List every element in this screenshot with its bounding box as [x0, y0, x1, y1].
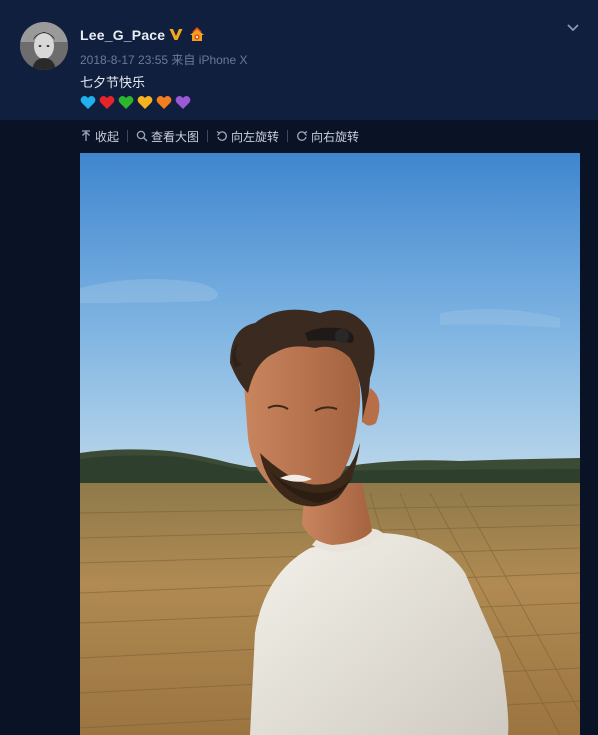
rotate-left-label: 向左旋转 [231, 129, 280, 144]
verified-v-icon [169, 29, 183, 40]
weibo-post-page: Lee_G_Pace 2018-8-17 23:55 来自 iPhone X 七… [0, 0, 598, 735]
red-heart-icon [99, 95, 115, 109]
yellow-heart-icon [137, 95, 153, 109]
rotate-right-button[interactable]: 向右旋转 [296, 128, 367, 145]
rotate-left-icon [216, 130, 227, 141]
view-large-button[interactable]: 查看大图 [136, 128, 207, 145]
post-header: Lee_G_Pace 2018-8-17 23:55 来自 iPhone X 七… [0, 0, 598, 120]
post-photo[interactable] [80, 153, 580, 735]
avatar-image [20, 22, 68, 70]
arrow-up-icon [82, 130, 90, 141]
toolbar-divider [127, 130, 129, 142]
rotate-right-icon [297, 130, 308, 141]
heart-emoji-row [80, 95, 191, 111]
magnifier-icon [136, 130, 148, 142]
source-prefix: 来自 [171, 53, 196, 67]
purple-heart-icon [175, 95, 191, 109]
chevron-down-icon[interactable] [566, 20, 580, 34]
avatar[interactable] [20, 22, 68, 70]
image-toolbar: 收起 查看大图 向左旋转 向右旋转 [80, 128, 367, 144]
post-source[interactable]: iPhone X [199, 53, 248, 67]
toolbar-divider [287, 130, 289, 142]
post-date[interactable]: 2018-8-17 23:55 [80, 53, 168, 67]
post-meta: 2018-8-17 23:55 来自 iPhone X [80, 51, 247, 68]
orange-heart-icon [156, 95, 172, 109]
blue-heart-icon [80, 95, 96, 109]
collapse-button[interactable]: 收起 [80, 128, 127, 145]
rotate-right-label: 向右旋转 [311, 129, 360, 144]
rotate-left-button[interactable]: 向左旋转 [216, 128, 287, 145]
username[interactable]: Lee_G_Pace [80, 27, 165, 43]
post-text: 七夕节快乐 [80, 76, 146, 91]
member-badge-icon[interactable] [188, 26, 206, 44]
photo-image [80, 153, 580, 735]
collapse-label: 收起 [95, 129, 120, 144]
green-heart-icon [118, 95, 134, 109]
toolbar-divider [207, 130, 209, 142]
view-large-label: 查看大图 [151, 129, 200, 144]
